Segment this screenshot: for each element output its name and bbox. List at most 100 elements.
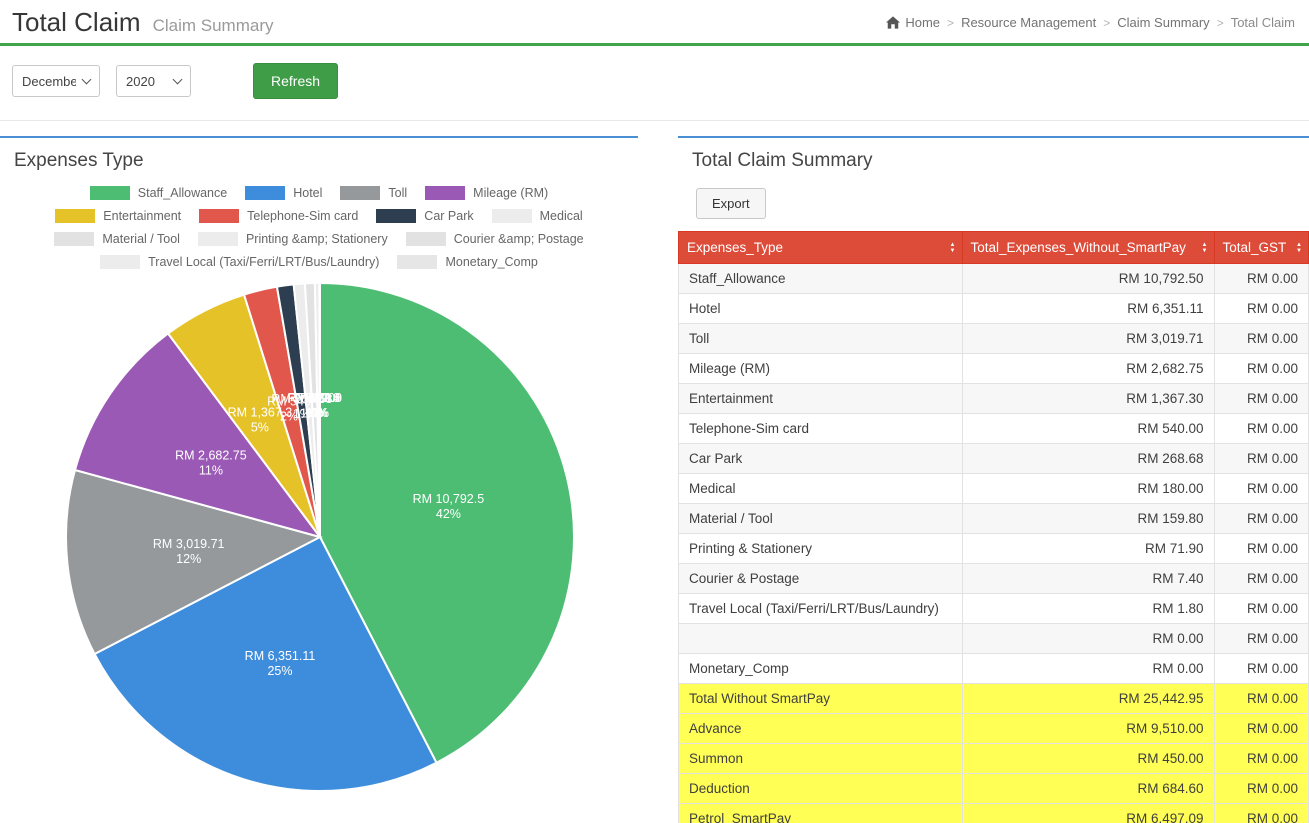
table-row-car-park: Car ParkRM 268.68RM 0.00 [679,444,1309,474]
page-title: Total Claim [12,7,141,38]
legend-item-travel-local-taxi-ferri-lrt-bus-laundry[interactable]: Travel Local (Taxi/Ferri/LRT/Bus/Laundry… [100,255,379,269]
cell-total-expenses: RM 0.00 [962,624,1214,654]
expenses-type-panel: Expenses Type Staff_Allowance Hotel Toll Mi… [0,136,638,823]
legend-item-hotel[interactable]: Hotel [245,186,322,200]
legend-label: Hotel [293,186,322,200]
table-row-summon: SummonRM 450.00RM 0.00 [679,744,1309,774]
page-header: Total Claim Claim Summary Home > Resource … [0,0,1309,46]
legend-item-entertainment[interactable]: Entertainment [55,209,181,223]
filter-bar: December 2020 Refresh [0,46,1309,121]
chevron-down-icon [173,74,183,84]
table-row-travel-local-taxi-ferri-lrt-bus-laundry: Travel Local (Taxi/Ferri/LRT/Bus/Laundry… [679,594,1309,624]
export-button[interactable]: Export [696,188,766,219]
breadcrumb-item-home[interactable]: Home [886,15,940,30]
legend-item-toll[interactable]: Toll [340,186,407,200]
legend-label: Entertainment [103,209,181,223]
cell-total-gst: RM 0.00 [1214,804,1309,823]
cell-expenses-type: Car Park [679,444,963,474]
cell-expenses-type: Medical [679,474,963,504]
cell-total-expenses: RM 159.80 [962,504,1214,534]
breadcrumb-item-resource-management[interactable]: Resource Management [961,15,1096,30]
cell-total-gst: RM 0.00 [1214,264,1309,294]
table-header-row: Expenses_Type▲▼Total_Expenses_Without_Sm… [679,232,1309,264]
cell-total-expenses: RM 0.00 [962,654,1214,684]
year-select[interactable]: 2020 [116,65,191,97]
legend-item-material-tool[interactable]: Material / Tool [54,232,180,246]
breadcrumb-item-total-claim: Total Claim [1231,15,1295,30]
month-select[interactable]: December [12,65,100,97]
legend-item-monetary-comp[interactable]: Monetary_Comp [397,255,537,269]
panels-container: Expenses Type Staff_Allowance Hotel Toll Mi… [0,136,1309,823]
cell-total-gst: RM 0.00 [1214,654,1309,684]
cell-total-gst: RM 0.00 [1214,354,1309,384]
table-row-printing-stationery: Printing & StationeryRM 71.90RM 0.00 [679,534,1309,564]
cell-total-expenses: RM 450.00 [962,744,1214,774]
cell-expenses-type: Mileage (RM) [679,354,963,384]
breadcrumb-label: Resource Management [961,15,1096,30]
legend-item-courier-amp-postage[interactable]: Courier &amp; Postage [406,232,584,246]
cell-total-gst: RM 0.00 [1214,414,1309,444]
cell-total-expenses: RM 7.40 [962,564,1214,594]
legend-label: Printing &amp; Stationery [246,232,388,246]
legend-swatch [425,186,465,200]
legend-item-car-park[interactable]: Car Park [376,209,473,223]
cell-total-expenses: RM 540.00 [962,414,1214,444]
column-header-total-gst[interactable]: Total_GST ▲▼ [1214,232,1309,264]
year-select-value: 2020 [126,74,155,89]
breadcrumb-separator: > [947,16,954,30]
table-row-medical: MedicalRM 180.00RM 0.00 [679,474,1309,504]
sort-icon[interactable]: ▲▼ [950,242,956,254]
legend-label: Monetary_Comp [445,255,537,269]
table-panel-title: Total Claim Summary [678,147,1309,184]
refresh-button[interactable]: Refresh [253,63,338,99]
page-subtitle: Claim Summary [153,16,274,36]
legend-item-telephone-sim-card[interactable]: Telephone-Sim card [199,209,358,223]
cell-total-gst: RM 0.00 [1214,714,1309,744]
breadcrumb-label: Home [905,15,940,30]
legend-swatch [90,186,130,200]
cell-expenses-type: Telephone-Sim card [679,414,963,444]
breadcrumb-separator: > [1103,16,1110,30]
cell-expenses-type: Advance [679,714,963,744]
column-header-total-expenses-without-smartpay[interactable]: Total_Expenses_Without_SmartPay▲▼ [962,232,1214,264]
cell-expenses-type: Hotel [679,294,963,324]
legend-swatch [198,232,238,246]
cell-expenses-type: Monetary_Comp [679,654,963,684]
cell-expenses-type: Deduction [679,774,963,804]
table-row-advance: AdvanceRM 9,510.00RM 0.00 [679,714,1309,744]
table-row-staff-allowance: Staff_AllowanceRM 10,792.50RM 0.00 [679,264,1309,294]
table-row-monetary-comp: Monetary_CompRM 0.00RM 0.00 [679,654,1309,684]
cell-total-expenses: RM 3,019.71 [962,324,1214,354]
cell-total-expenses: RM 71.90 [962,534,1214,564]
sort-icon[interactable]: ▲▼ [1296,242,1302,254]
cell-total-expenses: RM 2,682.75 [962,354,1214,384]
legend-item-mileage-rm[interactable]: Mileage (RM) [425,186,548,200]
table-row-mileage-rm: Mileage (RM)RM 2,682.75RM 0.00 [679,354,1309,384]
breadcrumb-label: Claim Summary [1117,15,1209,30]
cell-total-expenses: RM 684.60 [962,774,1214,804]
legend-item-staff-allowance[interactable]: Staff_Allowance [90,186,227,200]
cell-total-expenses: RM 6,351.11 [962,294,1214,324]
column-header-label: Total_GST [1223,240,1287,255]
cell-total-gst: RM 0.00 [1214,324,1309,354]
legend-item-medical[interactable]: Medical [492,209,583,223]
chart-legend: Staff_Allowance Hotel Toll Mileage (RM) Ente… [22,186,617,269]
pie-chart: RM 10,792.542%RM 6,351.1125%RM 3,019.711… [0,277,640,797]
sort-icon[interactable]: ▲▼ [1202,242,1208,254]
breadcrumb-label: Total Claim [1231,15,1295,30]
legend-label: Medical [540,209,583,223]
cell-total-gst: RM 0.00 [1214,564,1309,594]
cell-expenses-type: Total Without SmartPay [679,684,963,714]
cell-total-gst: RM 0.00 [1214,684,1309,714]
breadcrumb-item-claim-summary[interactable]: Claim Summary [1117,15,1209,30]
column-header-label: Expenses_Type [687,240,783,255]
cell-total-gst: RM 0.00 [1214,504,1309,534]
chart-panel-title: Expenses Type [0,147,638,184]
legend-swatch [55,209,95,223]
cell-expenses-type: Printing & Stationery [679,534,963,564]
cell-total-gst: RM 0.00 [1214,624,1309,654]
legend-item-printing-amp-stationery[interactable]: Printing &amp; Stationery [198,232,388,246]
cell-total-gst: RM 0.00 [1214,294,1309,324]
cell-total-expenses: RM 180.00 [962,474,1214,504]
column-header-expenses-type[interactable]: Expenses_Type ▲▼ [679,232,963,264]
